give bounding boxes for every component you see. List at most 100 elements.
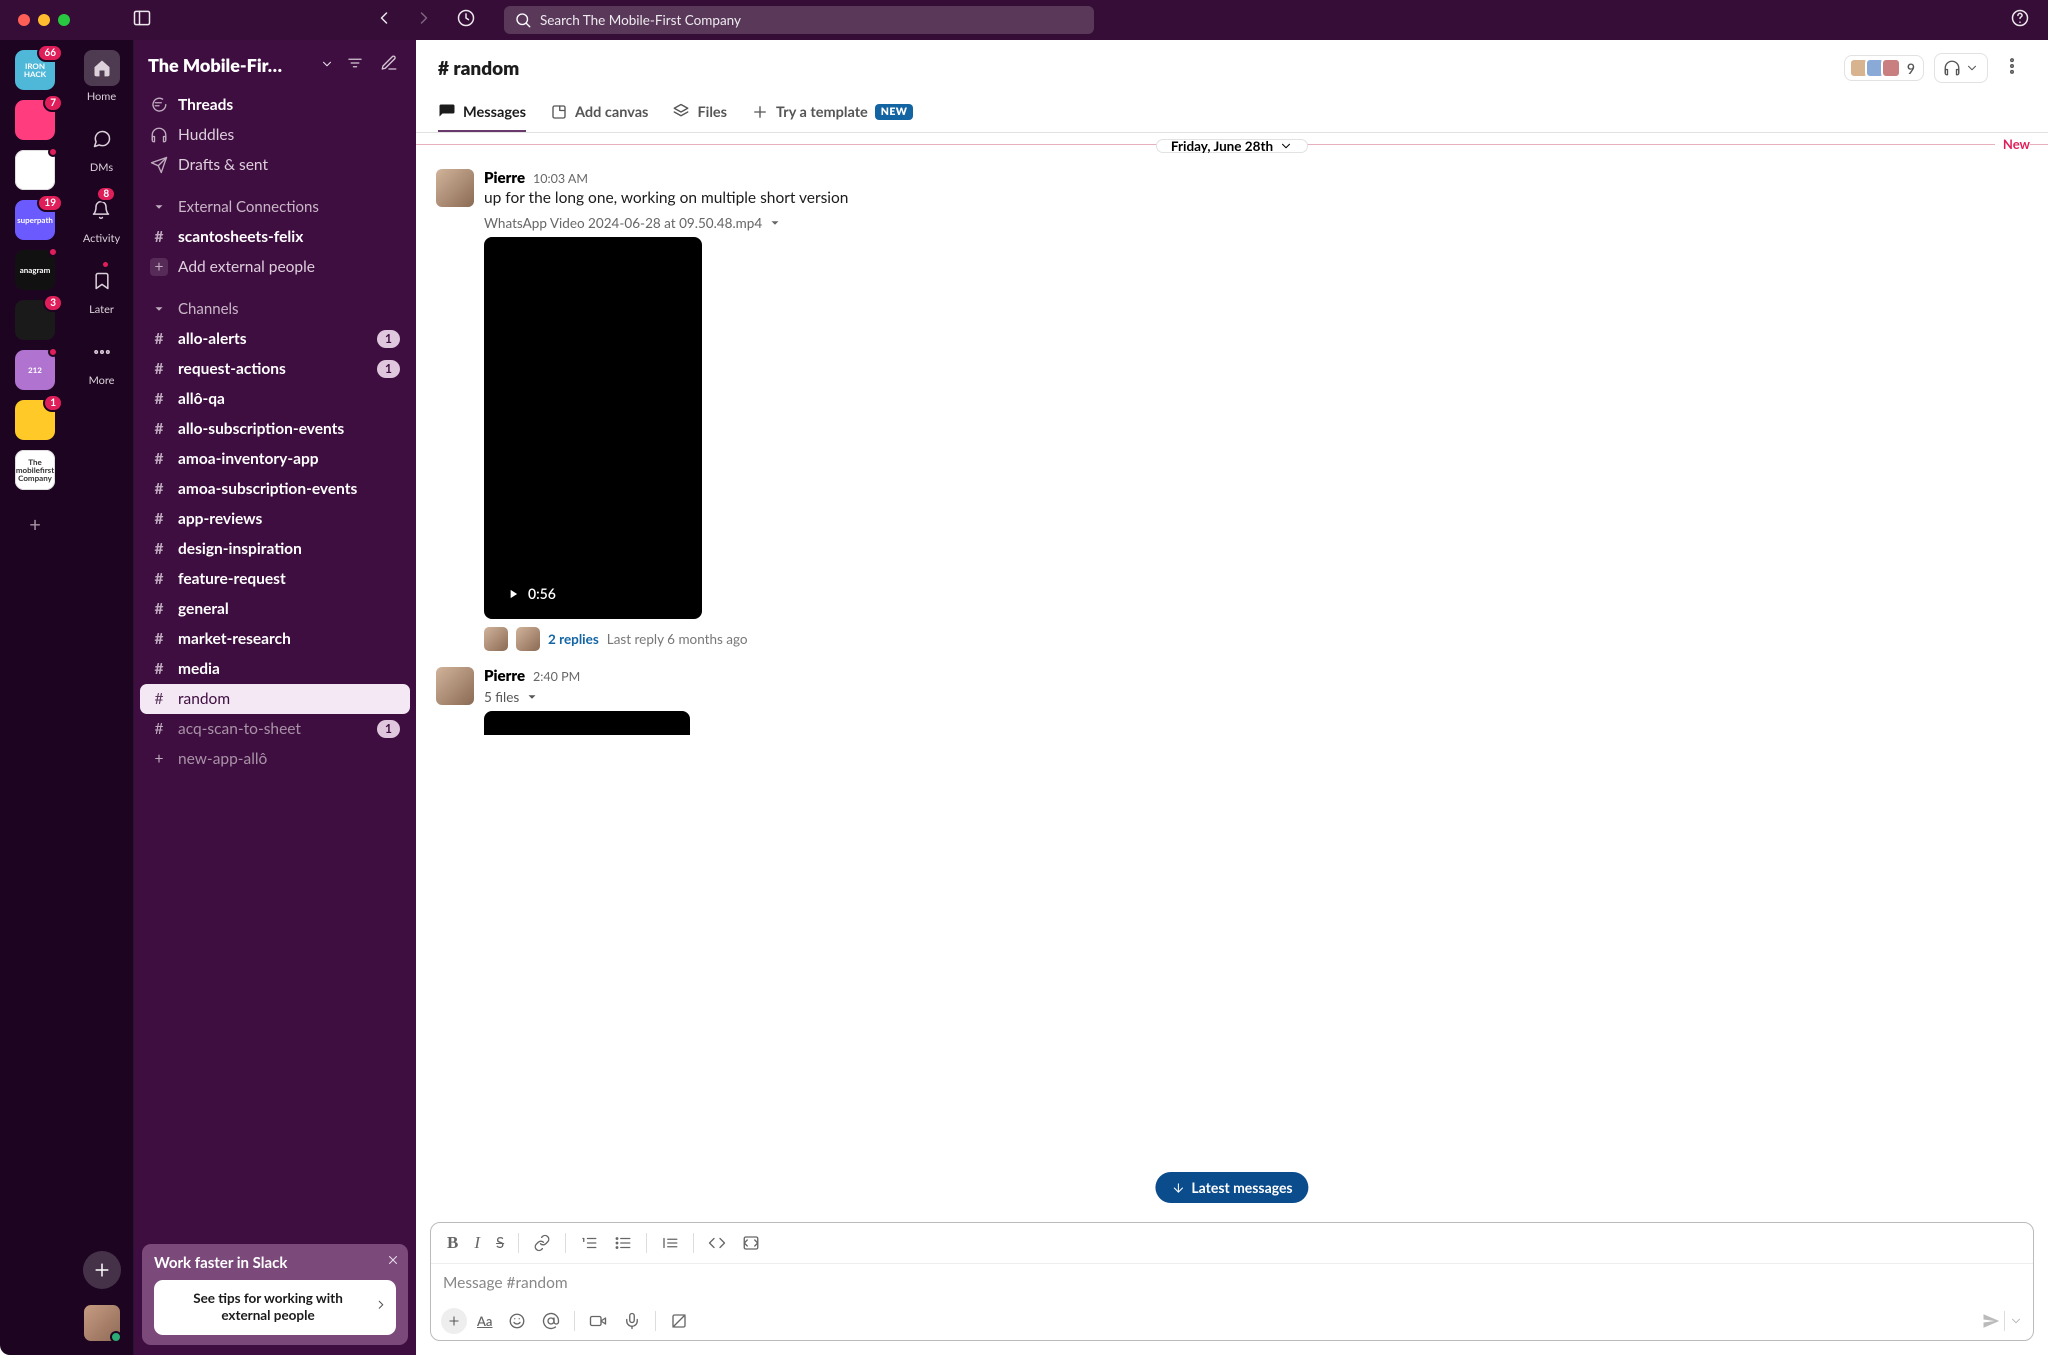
history-icon[interactable] xyxy=(456,8,476,32)
message-timestamp[interactable]: 10:03 AM xyxy=(533,171,588,186)
workspace-checks[interactable] xyxy=(15,150,55,190)
workspace-yellow[interactable]: 1 xyxy=(15,400,55,440)
channel-amoa-subscription-events[interactable]: #amoa-subscription-events xyxy=(134,474,416,504)
window-controls[interactable] xyxy=(18,14,70,26)
close-window-icon[interactable] xyxy=(18,14,30,26)
author-avatar[interactable] xyxy=(436,667,474,705)
thread-reply-count[interactable]: 2 replies xyxy=(548,631,599,647)
promo-close-icon[interactable] xyxy=(386,1252,400,1271)
workspace-stickers[interactable]: 212 xyxy=(15,350,55,390)
create-new-button[interactable] xyxy=(83,1251,121,1289)
channel-allo-alerts[interactable]: #allo-alerts1 xyxy=(134,324,416,354)
workspace-name[interactable]: The Mobile-Fir… xyxy=(148,54,312,76)
code-button[interactable] xyxy=(702,1230,732,1256)
workspace-pink[interactable]: 7 xyxy=(15,100,55,140)
ordered-list-button[interactable] xyxy=(574,1230,604,1256)
nav-later[interactable]: Later xyxy=(84,263,120,316)
channel-acq-scan-to-sheet[interactable]: #acq-scan-to-sheet1 xyxy=(134,714,416,744)
tab-add-canvas[interactable]: Add canvas xyxy=(550,94,648,132)
bullet-list-button[interactable] xyxy=(608,1230,638,1256)
channel-design-inspiration[interactable]: #design-inspiration xyxy=(134,534,416,564)
huddle-button[interactable] xyxy=(1934,53,1988,83)
italic-button[interactable]: I xyxy=(468,1229,486,1257)
tab-messages[interactable]: Messages xyxy=(438,94,526,132)
strikethrough-button[interactable]: S xyxy=(490,1230,510,1256)
format-toggle-button[interactable]: Aa xyxy=(471,1309,498,1333)
minimize-window-icon[interactable] xyxy=(38,14,50,26)
chevron-down-icon[interactable] xyxy=(768,216,782,230)
channel-media[interactable]: #media xyxy=(134,654,416,684)
filter-icon[interactable] xyxy=(342,50,368,80)
blockquote-button[interactable] xyxy=(655,1230,685,1256)
link-button[interactable] xyxy=(527,1230,557,1256)
channel-request-actions[interactable]: #request-actions1 xyxy=(134,354,416,384)
audio-button[interactable] xyxy=(617,1308,647,1334)
compose-icon[interactable] xyxy=(376,50,402,80)
video-attachment[interactable]: 0:56 xyxy=(484,237,702,619)
video-button[interactable] xyxy=(583,1308,613,1334)
promo-cta[interactable]: See tips for working with external peopl… xyxy=(154,1280,396,1335)
reply-avatar[interactable] xyxy=(484,627,508,651)
channel-settings-icon[interactable] xyxy=(1998,52,2026,84)
date-divider[interactable]: Friday, June 28th xyxy=(1156,139,1308,153)
nav-drafts[interactable]: Drafts & sent xyxy=(134,150,416,180)
canvas-icon xyxy=(550,103,568,121)
channel-random[interactable]: #random xyxy=(140,684,410,714)
channel-amoa-inventory-app[interactable]: #amoa-inventory-app xyxy=(134,444,416,474)
message-author[interactable]: Pierre xyxy=(484,169,525,187)
workspace-menu-chevron-icon[interactable] xyxy=(320,56,334,75)
channel-general[interactable]: #general xyxy=(134,594,416,624)
codeblock-button[interactable] xyxy=(736,1230,766,1256)
shortcut-button[interactable] xyxy=(664,1308,694,1334)
workspace-mobile[interactable]: The mobilefirst Company xyxy=(15,450,55,490)
user-avatar[interactable] xyxy=(84,1305,120,1341)
chevron-down-icon[interactable] xyxy=(525,690,539,704)
files-count[interactable]: 5 files xyxy=(484,689,519,705)
channel-market-research[interactable]: #market-research xyxy=(134,624,416,654)
fullscreen-window-icon[interactable] xyxy=(58,14,70,26)
add-external-people[interactable]: + Add external people xyxy=(134,252,416,282)
channel-new-app-allô[interactable]: +new-app-allô xyxy=(134,744,416,774)
members-button[interactable]: 9 xyxy=(1844,55,1924,81)
workspace-superpath[interactable]: superpath19 xyxy=(15,200,55,240)
nav-huddles[interactable]: Huddles xyxy=(134,120,416,150)
nav-activity[interactable]: Activity 8 xyxy=(83,192,120,245)
nav-more[interactable]: More xyxy=(84,334,120,387)
workspace-xred[interactable]: 3 xyxy=(15,300,55,340)
attach-button[interactable] xyxy=(441,1308,467,1334)
channel-feature-request[interactable]: #feature-request xyxy=(134,564,416,594)
section-external[interactable]: External Connections xyxy=(134,192,416,222)
help-icon[interactable] xyxy=(2010,8,2030,32)
channel-allô-qa[interactable]: #allô-qa xyxy=(134,384,416,414)
video-attachment-preview[interactable] xyxy=(484,711,690,735)
reply-avatar[interactable] xyxy=(516,627,540,651)
channel-allo-subscription-events[interactable]: #allo-subscription-events xyxy=(134,414,416,444)
channel-app-reviews[interactable]: #app-reviews xyxy=(134,504,416,534)
mention-button[interactable] xyxy=(536,1308,566,1334)
search-input[interactable]: Search The Mobile-First Company xyxy=(504,6,1094,34)
nav-threads[interactable]: Threads xyxy=(134,90,416,120)
emoji-button[interactable] xyxy=(502,1308,532,1334)
nav-back-icon[interactable] xyxy=(374,8,394,32)
bold-button[interactable]: B xyxy=(441,1229,464,1257)
latest-messages-button[interactable]: Latest messages xyxy=(1155,1172,1308,1203)
workspace-ironhack[interactable]: IRON HACK66 xyxy=(15,50,55,90)
composer-input[interactable]: Message #random xyxy=(431,1264,2033,1302)
nav-home[interactable]: Home xyxy=(84,50,120,103)
author-avatar[interactable] xyxy=(436,169,474,207)
tab-try-template[interactable]: Try a template NEW xyxy=(751,94,913,132)
tab-files[interactable]: Files xyxy=(672,94,727,132)
workspace-anagram[interactable]: anagram xyxy=(15,250,55,290)
message-timestamp[interactable]: 2:40 PM xyxy=(533,669,580,684)
attachment-filename[interactable]: WhatsApp Video 2024-06-28 at 09.50.48.mp… xyxy=(484,215,762,231)
add-workspace-button[interactable]: + xyxy=(16,506,54,544)
message-author[interactable]: Pierre xyxy=(484,667,525,685)
section-channels[interactable]: Channels xyxy=(134,294,416,324)
send-options-button[interactable] xyxy=(2009,1314,2023,1328)
channel-scantosheets-felix[interactable]: # scantosheets-felix xyxy=(134,222,416,252)
channel-name[interactable]: # random xyxy=(438,57,519,80)
nav-dms[interactable]: DMs xyxy=(84,121,120,174)
nav-forward-icon[interactable] xyxy=(414,8,434,32)
sidebar-layout-icon[interactable] xyxy=(132,8,152,32)
send-button[interactable] xyxy=(1982,1312,2000,1330)
